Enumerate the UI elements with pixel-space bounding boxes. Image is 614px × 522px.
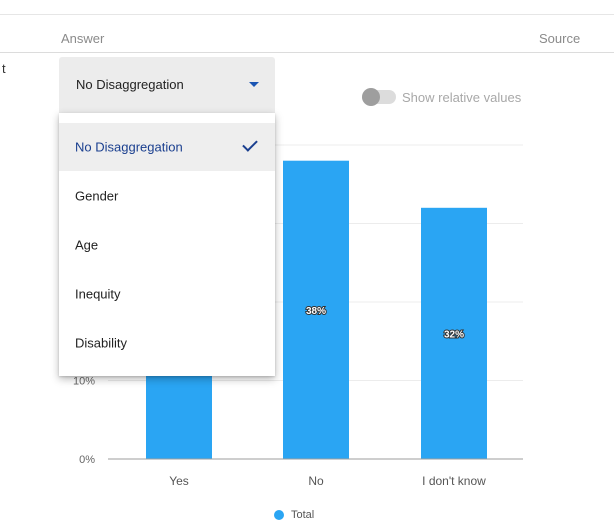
menu-item-label: Gender bbox=[75, 188, 119, 204]
x-tick-label: I don't know bbox=[422, 474, 486, 488]
y-tick-label: 0% bbox=[79, 454, 95, 466]
disaggregation-menu: No Disaggregation Gender Age Inequity Di… bbox=[59, 113, 275, 376]
disaggregation-select[interactable]: No Disaggregation bbox=[59, 57, 275, 113]
chart-legend[interactable]: Total bbox=[274, 508, 314, 522]
menu-item-age[interactable]: Age bbox=[59, 221, 275, 269]
menu-item-gender[interactable]: Gender bbox=[59, 172, 275, 220]
data-label: 32% bbox=[444, 329, 464, 340]
checkmark-icon bbox=[242, 136, 258, 152]
y-tick-label: 10% bbox=[73, 376, 95, 388]
menu-item-label: Inequity bbox=[75, 286, 121, 302]
bar-0 bbox=[146, 376, 212, 459]
menu-item-inequity[interactable]: Inequity bbox=[59, 270, 275, 318]
menu-item-label: No Disaggregation bbox=[75, 139, 183, 155]
menu-item-no-disaggregation[interactable]: No Disaggregation bbox=[59, 123, 275, 171]
legend-swatch-total bbox=[274, 510, 284, 520]
x-tick-label: Yes bbox=[169, 474, 189, 488]
dropdown-arrow-icon bbox=[249, 82, 259, 87]
menu-item-label: Disability bbox=[75, 335, 128, 351]
data-label: 38% bbox=[306, 306, 326, 317]
menu-item-label: Age bbox=[75, 237, 99, 253]
menu-item-disability[interactable]: Disability bbox=[59, 319, 275, 367]
x-tick-label: No bbox=[308, 474, 324, 488]
legend-label-total: Total bbox=[291, 509, 315, 521]
disaggregation-select-value: No Disaggregation bbox=[76, 77, 184, 92]
